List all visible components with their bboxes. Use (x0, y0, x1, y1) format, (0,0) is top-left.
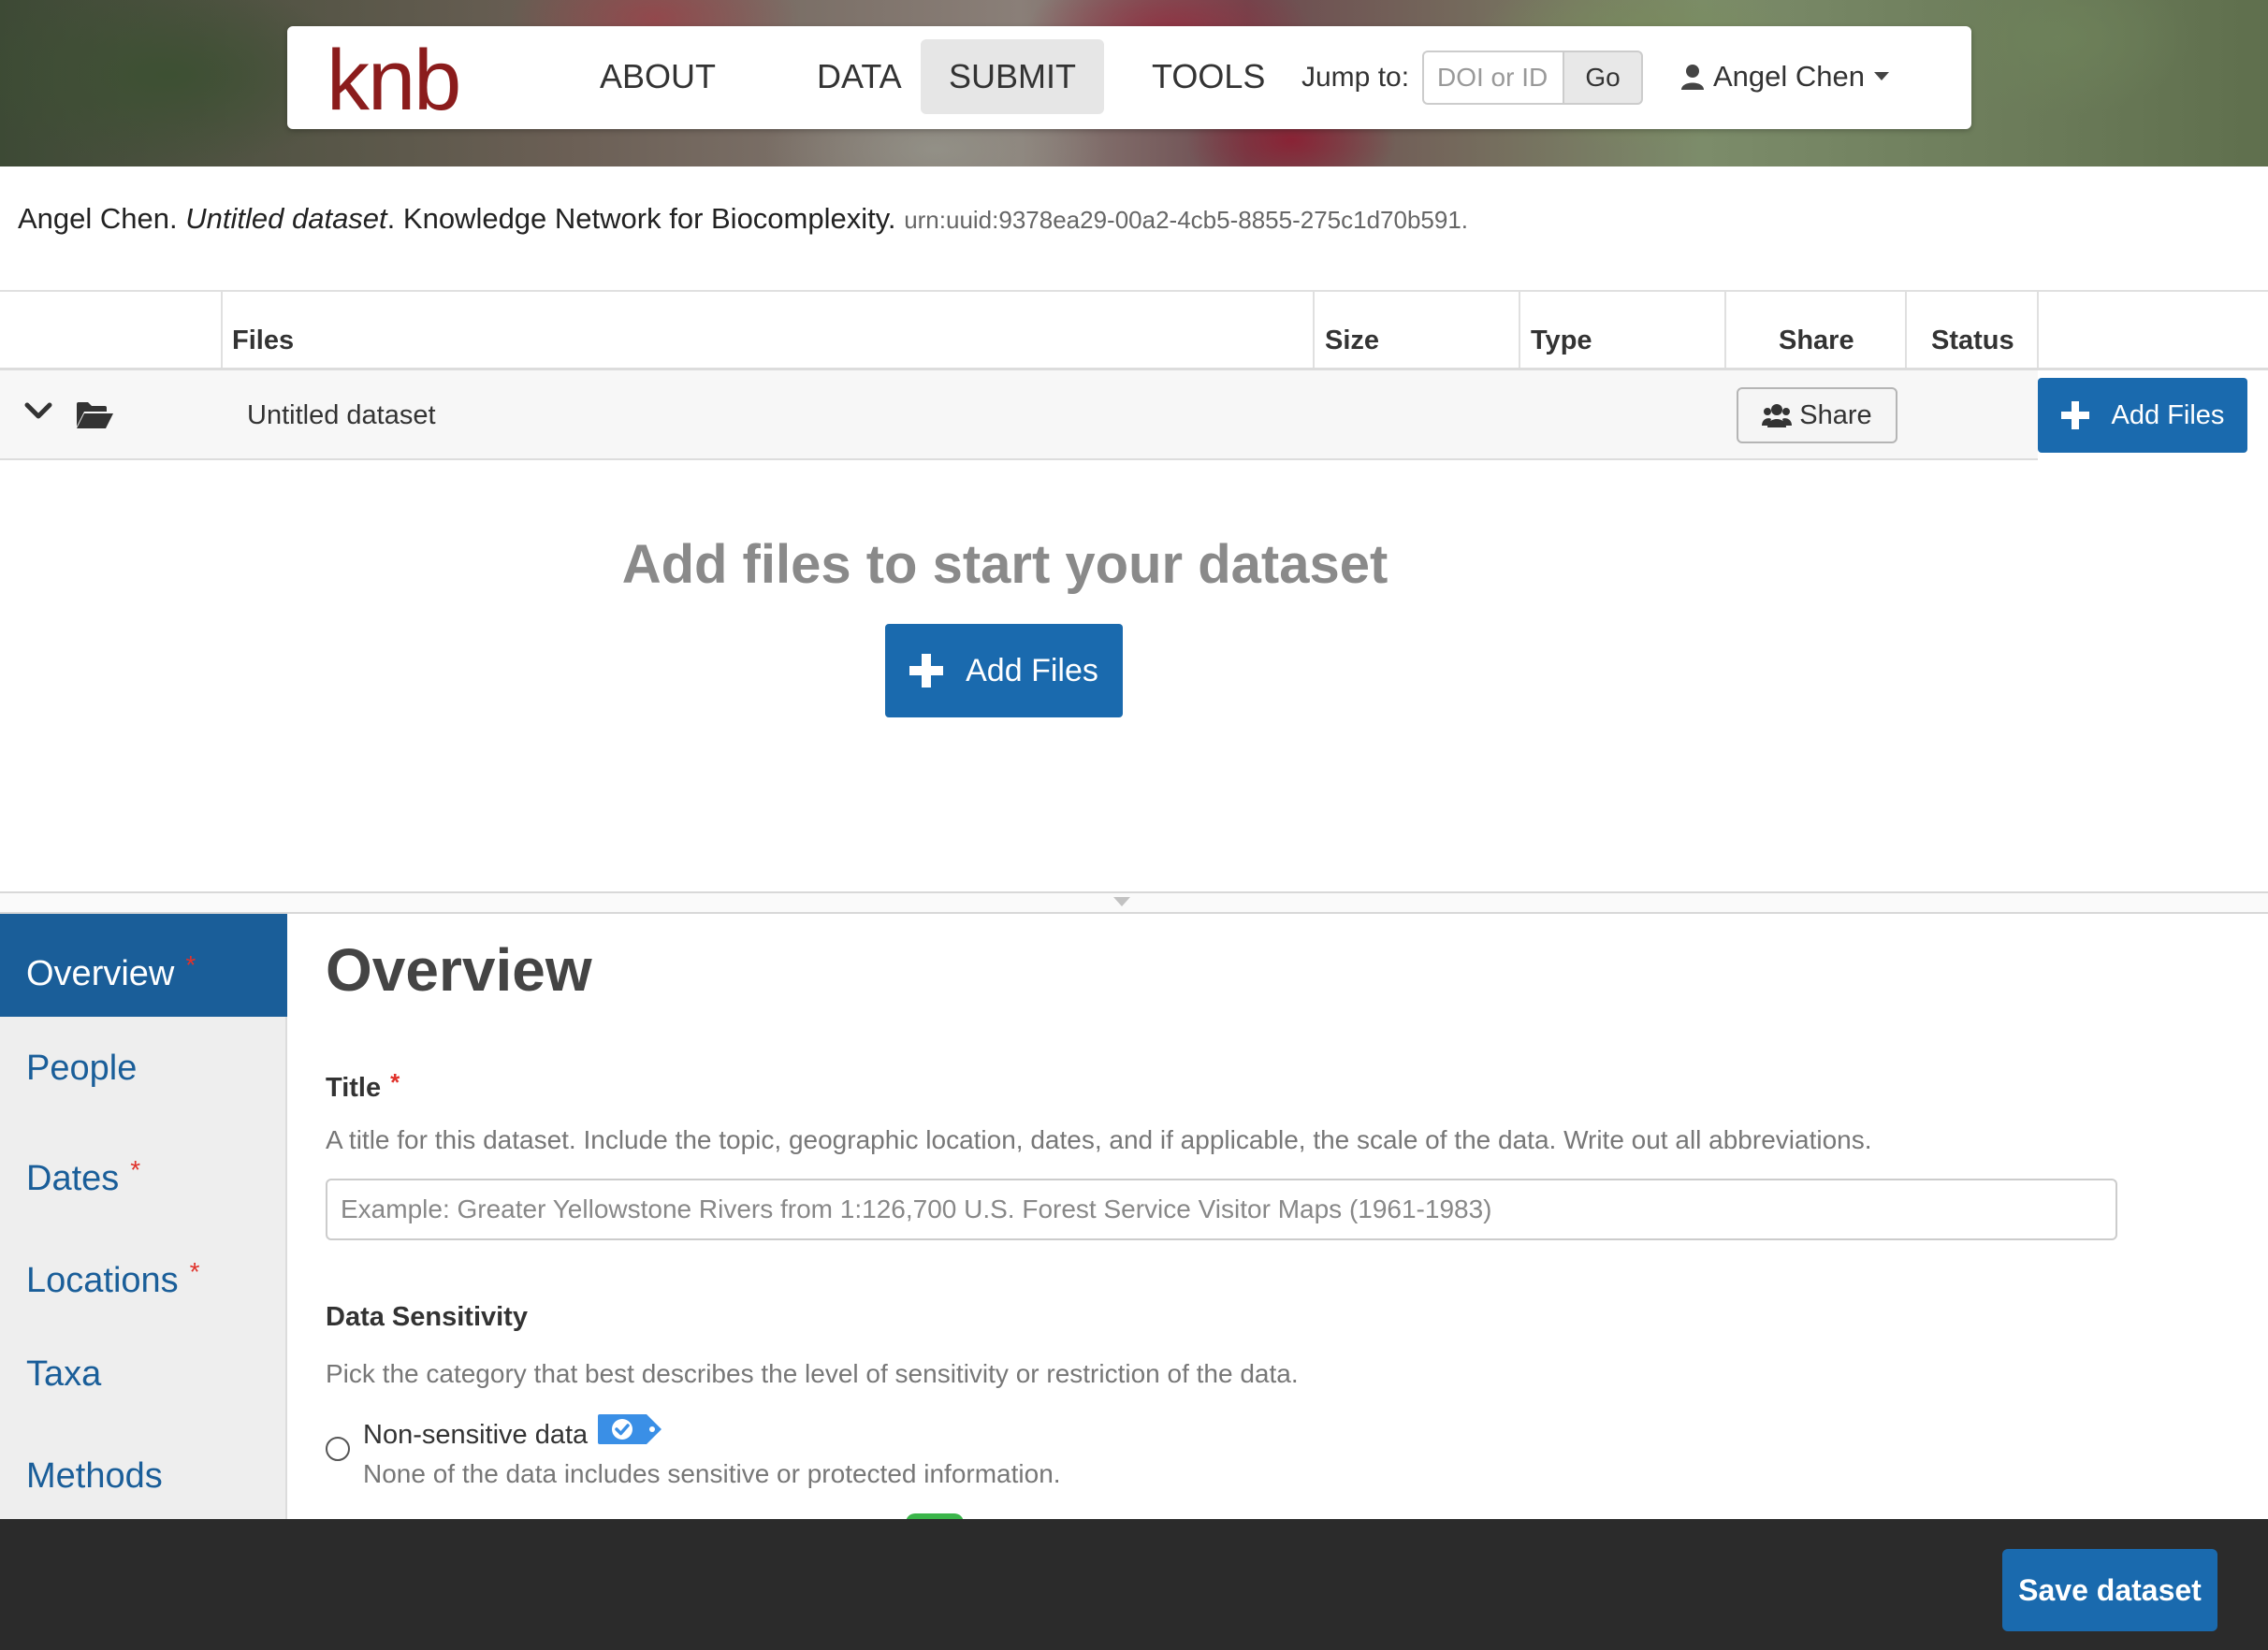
user-name: Angel Chen (1713, 60, 1866, 93)
sidebar-item-methods[interactable]: Methods (0, 1425, 287, 1527)
column-header-status: Status (1931, 326, 2014, 355)
non-sensitive-description: None of the data includes sensitive or p… (363, 1459, 1061, 1488)
users-icon (1762, 404, 1793, 427)
resize-divider[interactable] (0, 891, 2268, 914)
nav-tools[interactable]: TOOLS (1124, 39, 1293, 114)
add-files-main-label: Add Files (966, 652, 1098, 688)
caret-down-icon (1874, 72, 1890, 80)
sidebar-item-locations[interactable]: Locations * (0, 1221, 287, 1324)
required-marker: * (189, 1257, 200, 1286)
editor-sidebar: Overview * People Dates * Locations * Taxa … (0, 914, 287, 1519)
column-header-share: Share (1779, 326, 1854, 355)
nav-about[interactable]: ABOUT (572, 39, 744, 114)
non-sensitive-label[interactable]: Non-sensitive data (363, 1420, 588, 1451)
column-header-files: Files (232, 326, 295, 355)
citation-author: Angel Chen. (18, 202, 178, 235)
share-button[interactable]: Share (1737, 387, 1897, 443)
folder-open-icon (77, 402, 113, 428)
title-input[interactable]: Example: Greater Yellowstone Rivers from… (326, 1179, 2117, 1240)
non-sensitive-radio[interactable] (326, 1437, 350, 1461)
required-marker: * (390, 1068, 400, 1096)
save-dataset-button[interactable]: Save dataset (2002, 1549, 2217, 1631)
table-top-border (0, 290, 2268, 292)
plus-icon (2060, 401, 2089, 429)
required-marker: * (130, 1155, 141, 1184)
top-navbar: knb ABOUT DATA SUBMIT TOOLS Jump to: DOI… (287, 26, 1971, 129)
add-files-button[interactable]: Add Files (2038, 378, 2247, 453)
dataset-row-name[interactable]: Untitled dataset (247, 400, 436, 431)
section-title: Overview (326, 936, 592, 1004)
share-button-label: Share (1799, 399, 1872, 430)
title-field-label: Title * (326, 1068, 400, 1103)
column-separator (1519, 292, 1520, 369)
title-help-text: A title for this dataset. Include the to… (326, 1125, 1872, 1154)
jump-to-label: Jump to: (1301, 62, 1410, 93)
knb-logo[interactable]: knb (327, 37, 461, 123)
citation-title: Untitled dataset (185, 202, 387, 235)
add-files-main-button[interactable]: Add Files (885, 624, 1123, 717)
nav-submit[interactable]: SUBMIT (921, 39, 1105, 114)
column-separator (1724, 292, 1726, 369)
nav-data[interactable]: DATA (789, 39, 930, 114)
column-separator (1905, 292, 1907, 369)
footer-bar (0, 1519, 2268, 1650)
column-header-type: Type (1531, 326, 1592, 355)
column-separator (2037, 292, 2039, 369)
sidebar-item-people[interactable]: People (0, 1017, 287, 1120)
column-header-size: Size (1325, 326, 1380, 355)
column-separator (221, 292, 223, 369)
data-sensitivity-label: Data Sensitivity (326, 1302, 528, 1332)
jump-go-button[interactable]: Go (1563, 51, 1643, 105)
citation-identifier: urn:uuid:9378ea29-00a2-4cb5-8855-275c1d7… (904, 206, 1469, 234)
chevron-down-icon[interactable] (24, 402, 52, 421)
sidebar-item-overview[interactable]: Overview * (0, 914, 287, 1017)
add-files-label: Add Files (2111, 399, 2225, 430)
user-menu[interactable]: Angel Chen (1681, 60, 1890, 94)
check-tag-icon (598, 1414, 662, 1444)
plus-icon (909, 654, 944, 688)
user-icon (1681, 65, 1704, 90)
dataset-citation: Angel Chen. Untitled dataset. Knowledge … (18, 202, 1468, 236)
sidebar-item-dates[interactable]: Dates * (0, 1119, 287, 1222)
data-sensitivity-help: Pick the category that best describes th… (326, 1359, 1299, 1388)
caret-down-icon (1113, 897, 1130, 906)
citation-repository: . Knowledge Network for Biocomplexity. (386, 202, 896, 235)
column-separator (1313, 292, 1315, 369)
empty-state-title: Add files to start your dataset (621, 534, 1388, 595)
jump-to-input[interactable]: DOI or ID (1422, 51, 1563, 105)
required-marker: * (185, 950, 196, 979)
sidebar-item-taxa[interactable]: Taxa (0, 1323, 287, 1426)
